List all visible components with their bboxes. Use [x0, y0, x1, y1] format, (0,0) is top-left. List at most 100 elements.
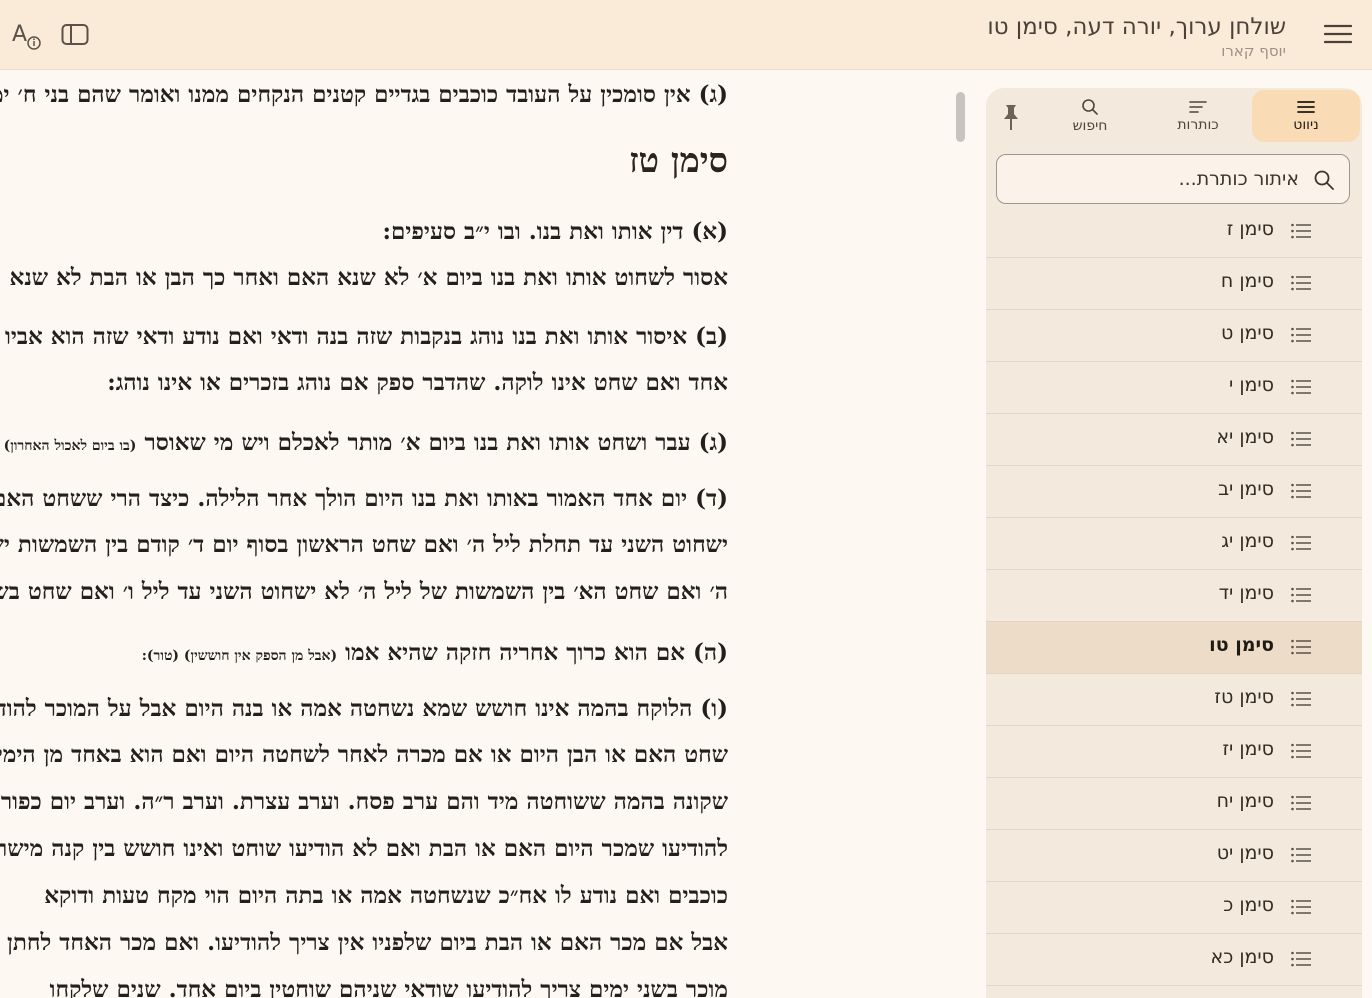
text-line-body: שקונה בהמה ששוחטה מיד והם ערב פסח. וערב …	[0, 788, 728, 815]
nav-item[interactable]: סימן טו	[986, 622, 1362, 674]
list-bullets-icon	[1291, 223, 1311, 239]
list-bullets-icon	[1291, 431, 1311, 447]
text-line: (א) דין אותו ואת בנו. ובו י״ב סעיפים:	[383, 218, 728, 245]
nav-item-label: סימן יח	[1216, 790, 1274, 812]
list-bullets-icon	[1291, 483, 1311, 499]
hamburger-menu-icon[interactable]	[1318, 14, 1358, 54]
title-block: שולחן ערוך, יורה דעה, סימן טו יוסף קארו	[987, 12, 1286, 60]
heading-search-box	[996, 154, 1350, 204]
list-bullets-icon	[1291, 795, 1311, 811]
nav-item-label: סימן כ	[1223, 894, 1274, 916]
text-line: ה׳ ואם שחט הא׳ בין השמשות של ליל ה׳ לא י…	[0, 578, 728, 605]
nav-item[interactable]: סימן יט	[986, 830, 1362, 882]
text-line-body: (ג) עבר ושחט אותו ואת בנו ביום א׳ מותר ל…	[144, 429, 728, 456]
tab-search[interactable]: חיפוש	[1036, 90, 1144, 142]
text-line: (ב) איסור אותו ואת בנו נוהג בנקבות שזה ב…	[0, 323, 728, 350]
list-bullets-icon	[1291, 951, 1311, 967]
text-line-body: (ב) איסור אותו ואת בנו נוהג בנקבות שזה ב…	[0, 323, 728, 350]
sidebar-toggle-icon[interactable]	[56, 16, 94, 54]
text-line-body: (ג) אין סומכין על העובד כוכבים בגדיים קט…	[0, 81, 728, 108]
text-line: (ג) אין סומכין על העובד כוכבים בגדיים קט…	[0, 81, 728, 108]
text-line: (ד) יום אחד האמור באותו ואת בנו היום הול…	[0, 485, 728, 512]
search-icon	[1314, 170, 1334, 190]
list-bullets-icon	[1291, 327, 1311, 343]
list-bullets-icon	[1291, 743, 1311, 759]
text-line-body: (ד) יום אחד האמור באותו ואת בנו היום הול…	[0, 485, 728, 512]
tab-navigation-label: ניווט	[1293, 117, 1319, 133]
nav-item[interactable]: סימן י	[986, 362, 1362, 414]
text-line: אסור לשחוט אותו ואת בנו ביום א׳ לא שנא ה…	[0, 264, 728, 291]
text-line-body: אחד ואם שחט אינו לוקה. שהדבר ספק אם נוהג…	[107, 369, 728, 396]
nav-item-label: סימן יז	[1222, 738, 1274, 760]
tab-headings[interactable]: כותרות	[1144, 90, 1252, 142]
nav-item-label: סימן יב	[1218, 478, 1274, 500]
pin-icon[interactable]	[998, 102, 1024, 132]
reading-pane: (ג) אין סומכין על העובד כוכבים בגדיים קט…	[0, 71, 970, 998]
text-line-body: סימן טז	[629, 141, 728, 181]
navigation-sidebar: חיפוש כותרות ניווט איתור כותרת... סימן ז…	[986, 88, 1362, 998]
nav-item-label: סימן ח	[1220, 270, 1274, 292]
list-bullets-icon	[1291, 587, 1311, 603]
tab-search-label: חיפוש	[1072, 118, 1108, 134]
text-line-body: מוכר בשני ימים צריך להודיעו שודאי שניהם …	[49, 976, 728, 998]
search-icon	[1082, 99, 1098, 115]
list-bullets-icon	[1291, 691, 1311, 707]
text-line: מוכר בשני ימים צריך להודיעו שודאי שניהם …	[50, 976, 728, 998]
gloss-note: (אבל מן הספק אין חוששין) (טור):	[141, 648, 338, 664]
page-title: שולחן ערוך, יורה דעה, סימן טו	[987, 14, 1286, 40]
nav-item-label: סימן יט	[1216, 842, 1274, 864]
top-bar: A שולחן ערוך, יורה דעה, סימן טו יוסף קאר…	[0, 0, 1372, 70]
text-line: ישחוט השני עד תחלת ליל ה׳ ואם שחט הראשון…	[0, 531, 728, 558]
nav-item[interactable]: סימן ז	[986, 206, 1362, 258]
nav-item[interactable]: סימן יח	[986, 778, 1362, 830]
tab-headings-label: כותרות	[1177, 117, 1219, 133]
svg-text:A: A	[12, 22, 27, 47]
list-lines-icon	[1297, 101, 1315, 113]
text-line-body: ישחוט השני עד תחלת ליל ה׳ ואם שחט הראשון…	[0, 531, 728, 558]
text-line: (ג) עבר ושחט אותו ואת בנו ביום א׳ מותר ל…	[4, 429, 728, 456]
list-bullets-icon	[1291, 379, 1311, 395]
content-scrollbar[interactable]	[956, 92, 965, 142]
text-line: (ה) אם הוא כרוך אחריה חזקה שהיא אמו (אבל…	[142, 639, 728, 666]
text-line-body: אבל אם מכר האם או הבת ביום שלפניו אין צר…	[7, 929, 728, 956]
nav-item-label: סימן ט	[1220, 322, 1274, 344]
nav-item[interactable]: סימן ט	[986, 310, 1362, 362]
text-line-body: (א) דין אותו ואת בנו. ובו י״ב סעיפים:	[382, 218, 728, 245]
siman-list: סימן ז סימן ח סימן ט סימן י סימן יא סימן יב סי…	[986, 206, 1362, 986]
nav-item[interactable]: סימן ח	[986, 258, 1362, 310]
nav-item[interactable]: סימן כ	[986, 882, 1362, 934]
tab-navigation[interactable]: ניווט	[1252, 90, 1360, 142]
nav-item[interactable]: סימן טז	[986, 674, 1362, 726]
nav-item[interactable]: סימן כא	[986, 934, 1362, 986]
text-line-body: (ה) אם הוא כרוך אחריה חזקה שהיא אמו	[345, 639, 728, 666]
author-subtitle: יוסף קארו	[1221, 42, 1286, 60]
heading-search-input[interactable]	[1009, 163, 1299, 195]
nav-item-label: סימן ז	[1226, 218, 1274, 240]
nav-item[interactable]: סימן יד	[986, 570, 1362, 622]
nav-item-label: סימן כא	[1210, 946, 1274, 968]
nav-item[interactable]: סימן יא	[986, 414, 1362, 466]
text-line: שחט האם או הבן היום או אם מכרה לאחר לשחט…	[0, 741, 728, 768]
nav-item[interactable]: סימן יז	[986, 726, 1362, 778]
text-line-body: כוכבים ואם נודע לו אח״כ שנשחטה אמה או בת…	[44, 882, 728, 909]
nav-item-label: סימן י	[1229, 374, 1274, 396]
nav-item[interactable]: סימן יג	[986, 518, 1362, 570]
headings-icon	[1189, 101, 1207, 113]
nav-item[interactable]: סימן יב	[986, 466, 1362, 518]
nav-item-label: סימן טו	[1209, 634, 1274, 656]
nav-item-label: סימן יד	[1218, 582, 1274, 604]
nav-item-label: סימן טז	[1214, 686, 1274, 708]
text-line-body: ה׳ ואם שחט הא׳ בין השמשות של ליל ה׳ לא י…	[0, 578, 728, 605]
app-window: A שולחן ערוך, יורה דעה, סימן טו יוסף קאר…	[0, 0, 1372, 998]
font-info-icon[interactable]: A	[6, 14, 46, 56]
list-bullets-icon	[1291, 847, 1311, 863]
text-line: להודיעו שמכר היום האם או הבת ואם לא הודי…	[0, 835, 728, 862]
gloss-note: (בו ביום לאכול האחרון)	[3, 438, 137, 454]
sidebar-tabs: חיפוש כותרות ניווט	[986, 88, 1362, 144]
text-line: אחד ואם שחט אינו לוקה. שהדבר ספק אם נוהג…	[107, 369, 728, 396]
text-line-body: אסור לשחוט אותו ואת בנו ביום א׳ לא שנא ה…	[0, 264, 728, 291]
list-bullets-icon	[1291, 639, 1311, 655]
list-bullets-icon	[1291, 535, 1311, 551]
section-heading: סימן טז	[629, 141, 728, 181]
text-line-body: (ו) הלוקח בהמה אינו חושש שמא נשחטה אמה א…	[0, 695, 728, 722]
